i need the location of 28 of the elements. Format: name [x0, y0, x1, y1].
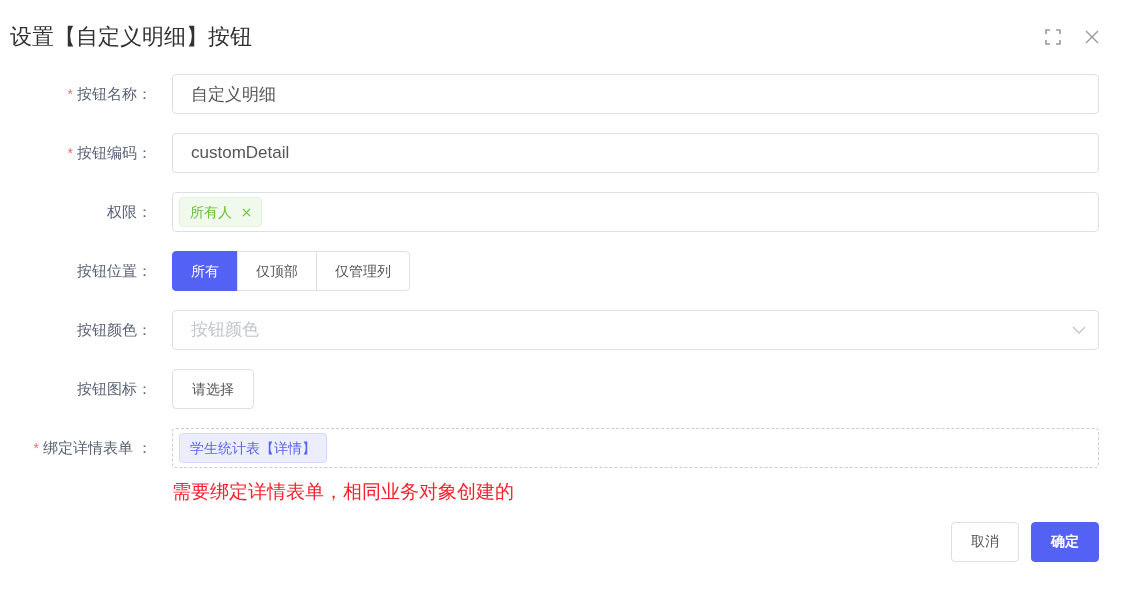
field-label: 按钮名称： [77, 83, 152, 104]
field-label: 按钮位置： [77, 260, 152, 281]
remove-icon[interactable] [242, 207, 251, 217]
select-button[interactable]: 请选择 [172, 369, 254, 409]
placeholder-text: 按钮颜色 [191, 319, 259, 342]
field-label: 按钮编码： [77, 142, 152, 163]
hint-text: 需要绑定详情表单，相同业务对象创建的 [172, 480, 515, 504]
form-tag: 学生统计表【详情】 [179, 433, 327, 463]
dialog-title: 设置【自定义明细】按钮 [10, 23, 252, 51]
field-label: 按钮图标： [77, 378, 152, 399]
close-icon[interactable] [1085, 30, 1099, 44]
segment-option[interactable]: 仅顶部 [237, 251, 317, 291]
input-field[interactable]: customDetail [172, 133, 1099, 173]
input-field[interactable]: 自定义明细 [172, 74, 1099, 114]
field-label: 绑定详情表单 ： [42, 437, 152, 458]
form-binding-field[interactable]: 学生统计表【详情】 [172, 428, 1099, 468]
field-label: 权限： [107, 201, 152, 222]
fullscreen-icon[interactable] [1045, 29, 1061, 45]
confirm-button[interactable]: 确定 [1031, 521, 1099, 562]
field-label: 按钮颜色： [77, 319, 152, 340]
cancel-button[interactable]: 取消 [951, 521, 1019, 562]
required-mark: * [33, 438, 39, 458]
required-mark: * [67, 143, 73, 163]
segment-option[interactable]: 仅管理列 [316, 251, 410, 291]
required-mark: * [67, 84, 73, 104]
tag-label: 所有人 [190, 202, 232, 222]
segment-option[interactable]: 所有 [172, 251, 238, 291]
chevron-down-icon [1072, 326, 1086, 334]
